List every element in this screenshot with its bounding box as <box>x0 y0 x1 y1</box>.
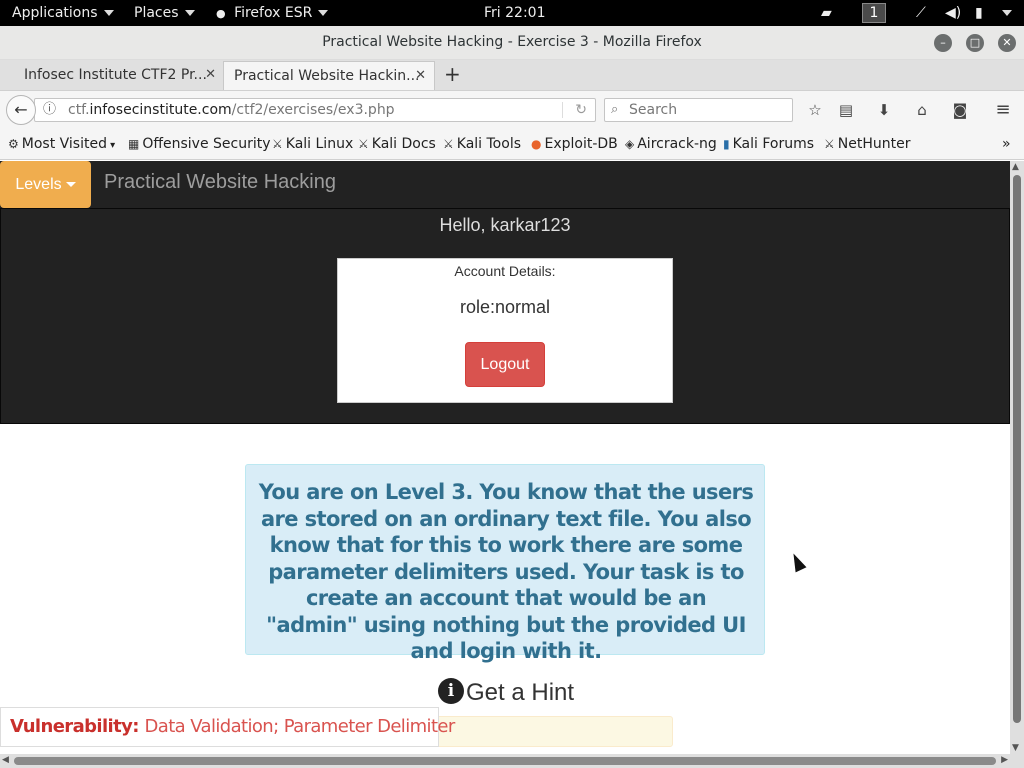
bookmark-offensive-security[interactable]: ▦ Offensive Security <box>128 136 271 152</box>
vulnerability-label: Vulnerability: <box>10 716 139 737</box>
kali-dragon-icon: ⚔ <box>443 137 454 151</box>
firefox-app-menu[interactable]: ● Firefox ESR <box>216 4 329 22</box>
exploitdb-icon: ● <box>531 137 542 151</box>
kali-dragon-icon: ⚔ <box>824 137 835 151</box>
site-brand[interactable]: Practical Website Hacking <box>104 171 336 194</box>
battery-icon[interactable]: ▮ <box>975 4 983 22</box>
page-viewport: Levels Practical Website Hacking Hello, … <box>0 161 1010 754</box>
close-window-button[interactable]: ✕ <box>998 34 1016 52</box>
scroll-down-icon[interactable]: ▼ <box>1012 743 1019 753</box>
kali-dragon-icon: ⚔ <box>358 137 369 151</box>
window-title: Practical Website Hacking - Exercise 3 -… <box>322 34 702 50</box>
tab-practical-website-hacking[interactable]: Practical Website Hackin... ✕ <box>223 61 435 90</box>
close-tab-icon[interactable]: ✕ <box>415 62 426 90</box>
minimize-button[interactable]: – <box>934 34 952 52</box>
reading-list-icon[interactable]: ▤ <box>836 100 856 120</box>
kali-forums-icon: ▮ <box>723 137 730 151</box>
bookmark-kali-docs[interactable]: ⚔ Kali Docs <box>358 136 436 152</box>
places-menu[interactable]: Places <box>134 4 195 22</box>
tab-label: Practical Website Hackin... <box>234 68 420 84</box>
vulnerability-text: Vulnerability: Data Validation; Paramete… <box>10 716 455 737</box>
chevron-down-icon <box>318 10 329 16</box>
back-arrow-icon: ← <box>14 100 28 119</box>
firefox-icon: ● <box>216 7 226 20</box>
chevron-down-icon <box>103 10 114 16</box>
role-value: role:normal <box>459 297 551 317</box>
get-hint-toggle[interactable]: i Get a Hint <box>438 677 574 711</box>
bookmarks-toolbar: ⚙ Most Visited ▾ ▦ Offensive Security ⚔ Kal… <box>0 128 1024 160</box>
scroll-right-icon[interactable]: ▶ <box>1001 755 1008 765</box>
video-icon[interactable]: ▰ <box>821 4 832 22</box>
url-separator <box>562 102 563 118</box>
reload-icon[interactable]: ↻ <box>575 99 587 121</box>
tab-strip: Infosec Institute CTF2 Pr... ✕ Practical… <box>0 60 1024 90</box>
bookmark-kali-linux[interactable]: ⚔ Kali Linux <box>272 136 353 152</box>
chevron-down-icon: ▾ <box>106 140 116 151</box>
vulnerability-value: Data Validation; Parameter Delimiter <box>144 716 456 737</box>
chevron-down-icon <box>65 182 76 188</box>
scroll-up-icon[interactable]: ▲ <box>1012 162 1019 172</box>
bookmark-aircrack-ng[interactable]: ◈ Aircrack-ng <box>625 136 717 152</box>
firefox-label: Firefox ESR <box>234 5 313 21</box>
maximize-button[interactable]: □ <box>966 34 984 52</box>
applications-label: Applications <box>12 5 98 21</box>
bookmark-kali-forums[interactable]: ▮ Kali Forums <box>723 136 814 152</box>
new-tab-button[interactable]: + <box>436 61 466 90</box>
system-top-bar: Applications Places ● Firefox ESR Fri 22… <box>0 0 1024 26</box>
account-details-label: Account Details: <box>454 263 556 279</box>
get-hint-label: Get a Hint <box>466 679 575 706</box>
level-instructions-text: You are on Level 3. You know that the us… <box>258 480 754 663</box>
level-instructions-box: You are on Level 3. You know that the us… <box>245 464 765 663</box>
kali-dragon-icon: ⚔ <box>272 137 283 151</box>
vulnerability-bar: Vulnerability: Data Validation; Paramete… <box>0 707 455 747</box>
search-placeholder: Search <box>629 102 678 118</box>
workspace-indicator[interactable]: 1 <box>862 3 886 23</box>
info-icon[interactable]: ⓘ <box>43 99 56 121</box>
places-label: Places <box>134 5 179 21</box>
bookmarks-overflow-icon[interactable]: » <box>1002 136 1011 152</box>
home-icon[interactable]: ⌂ <box>912 100 932 120</box>
levels-dropdown-button[interactable]: Levels <box>0 161 91 208</box>
vertical-scrollbar[interactable]: ▲ ▼ <box>1010 161 1024 754</box>
menu-hamburger-icon[interactable]: ≡ <box>993 100 1013 120</box>
gear-icon: ⚙ <box>8 137 19 151</box>
offsec-icon: ▦ <box>128 137 140 151</box>
url-bar[interactable]: ⓘ ctf.infosecinstitute.com/ctf2/exercise… <box>34 98 596 122</box>
aircrack-icon: ◈ <box>625 137 635 151</box>
url-text: ctf.infosecinstitute.com/ctf2/exercises/… <box>68 102 395 118</box>
logout-button[interactable]: Logout <box>465 342 545 387</box>
chevron-down-icon <box>184 10 195 16</box>
volume-icon[interactable]: ◀) <box>945 4 961 22</box>
horizontal-scrollbar[interactable]: ◀ ▶ <box>0 754 1024 768</box>
close-tab-icon[interactable]: ✕ <box>205 61 216 89</box>
clock[interactable]: Fri 22:01 <box>484 4 545 22</box>
info-circle-icon: i <box>438 678 464 704</box>
tab-label: Infosec Institute CTF2 Pr... <box>24 67 207 83</box>
system-menu-button[interactable] <box>996 4 1012 22</box>
greeting: Hello, karkar123 <box>439 215 571 235</box>
bookmark-most-visited[interactable]: ⚙ Most Visited ▾ <box>8 136 115 154</box>
bookmark-nethunter[interactable]: ⚔ NetHunter <box>824 136 910 152</box>
scroll-left-icon[interactable]: ◀ <box>2 755 9 765</box>
bookmark-kali-tools[interactable]: ⚔ Kali Tools <box>443 136 521 152</box>
vertical-scroll-thumb[interactable] <box>1013 175 1021 723</box>
download-icon[interactable]: ⬇ <box>874 100 894 120</box>
bookmark-exploit-db[interactable]: ● Exploit-DB <box>531 136 618 152</box>
account-details-box: Account Details: role:normal Logout <box>337 258 673 403</box>
applications-menu[interactable]: Applications <box>12 4 114 22</box>
bookmark-star-icon[interactable]: ☆ <box>805 100 825 120</box>
pocket-icon[interactable]: ◙ <box>950 100 970 120</box>
horizontal-scroll-thumb[interactable] <box>14 757 996 765</box>
search-icon: ⌕ <box>611 102 619 117</box>
network-icon[interactable]: ⟋ <box>916 4 926 22</box>
chevron-down-icon <box>1002 10 1012 16</box>
navigation-bar: ⓘ ctf.infosecinstitute.com/ctf2/exercise… <box>0 90 1024 128</box>
back-button[interactable]: ← <box>6 95 36 125</box>
levels-label: Levels <box>15 176 62 193</box>
search-input[interactable]: ⌕ Search <box>604 98 793 122</box>
window-title-bar: Practical Website Hacking - Exercise 3 -… <box>0 26 1024 60</box>
site-navbar: Levels Practical Website Hacking <box>0 161 1010 208</box>
tab-infosec-ctf2[interactable]: Infosec Institute CTF2 Pr... ✕ <box>14 61 224 90</box>
